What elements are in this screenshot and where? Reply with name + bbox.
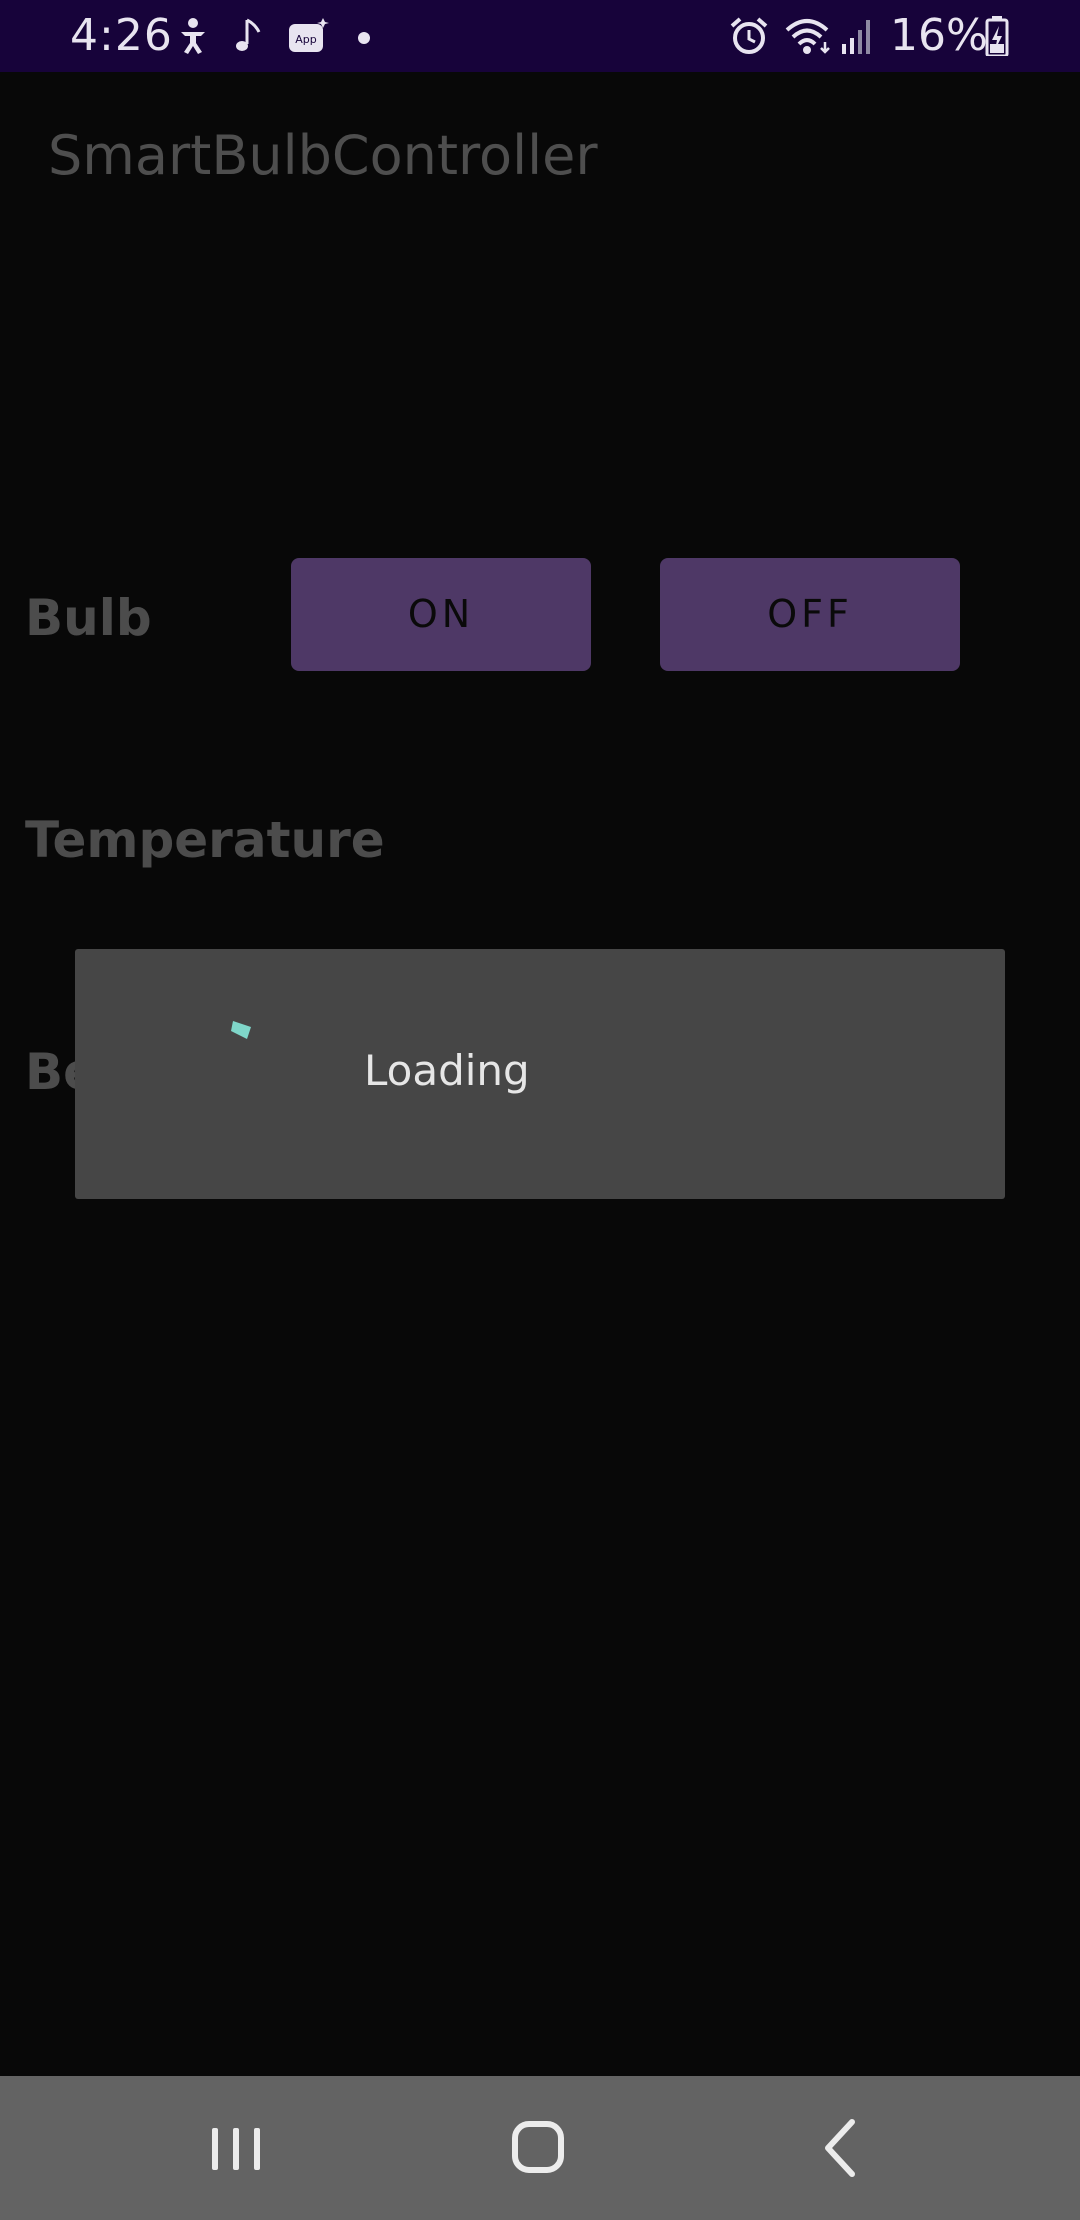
bulb-on-button[interactable]: ON xyxy=(291,558,591,671)
navigation-bar xyxy=(0,2076,1080,2220)
back-icon[interactable] xyxy=(790,2106,890,2190)
bulb-off-button[interactable]: OFF xyxy=(660,558,960,671)
battery-percentage: 16% xyxy=(890,10,988,61)
loading-message: Loading xyxy=(364,1046,530,1095)
recents-icon[interactable] xyxy=(186,2106,286,2190)
app-title: SmartBulbController xyxy=(48,124,598,187)
loading-dialog: Loading xyxy=(75,949,1005,1199)
dot-icon xyxy=(358,32,370,44)
status-time: 4:26 xyxy=(70,10,173,61)
wifi-icon xyxy=(785,19,830,54)
alarm-icon xyxy=(730,17,768,54)
app-notification-icon: App xyxy=(289,18,329,52)
screen: 4:26 App 16% SmartBulbController Bulb ON… xyxy=(0,0,1080,2220)
signal-icon xyxy=(842,20,870,54)
status-bar: 4:26 App 16% xyxy=(0,0,1080,72)
loading-spinner-icon xyxy=(231,1021,251,1039)
svg-text:App: App xyxy=(295,33,317,46)
music-note-icon xyxy=(236,18,261,51)
accessibility-icon xyxy=(181,18,205,54)
home-icon[interactable] xyxy=(488,2106,588,2190)
temperature-label: Temperature xyxy=(25,811,385,869)
battery-charging-icon xyxy=(985,16,1009,56)
bulb-label: Bulb xyxy=(25,589,152,647)
